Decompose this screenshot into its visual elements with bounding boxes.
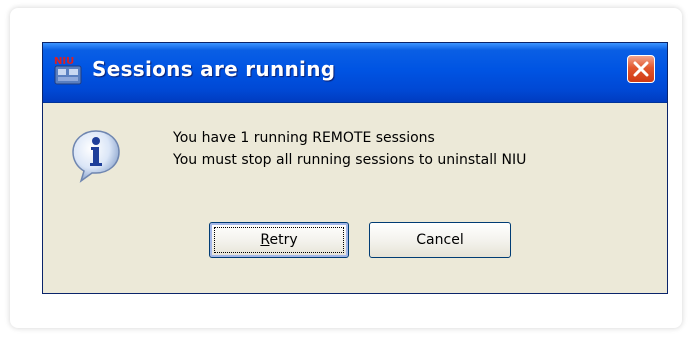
focus-rectangle	[214, 227, 344, 253]
message-line-2: You must stop all running sessions to un…	[173, 152, 527, 168]
close-icon	[633, 61, 649, 77]
close-button[interactable]	[627, 55, 655, 83]
info-icon	[71, 129, 121, 183]
cancel-button[interactable]: Cancel	[369, 222, 511, 258]
niu-app-icon: NIU	[53, 52, 85, 86]
sessions-running-dialog: NIU Sessions are running You have 1 runn…	[42, 42, 668, 294]
message-line-1: You have 1 running REMOTE sessions	[173, 130, 435, 146]
dialog-title: Sessions are running	[92, 57, 336, 81]
title-bar[interactable]: NIU Sessions are running	[43, 43, 667, 103]
cancel-button-label: Cancel	[416, 232, 464, 248]
svg-text:NIU: NIU	[54, 56, 74, 67]
retry-button[interactable]: Retry	[209, 222, 349, 258]
